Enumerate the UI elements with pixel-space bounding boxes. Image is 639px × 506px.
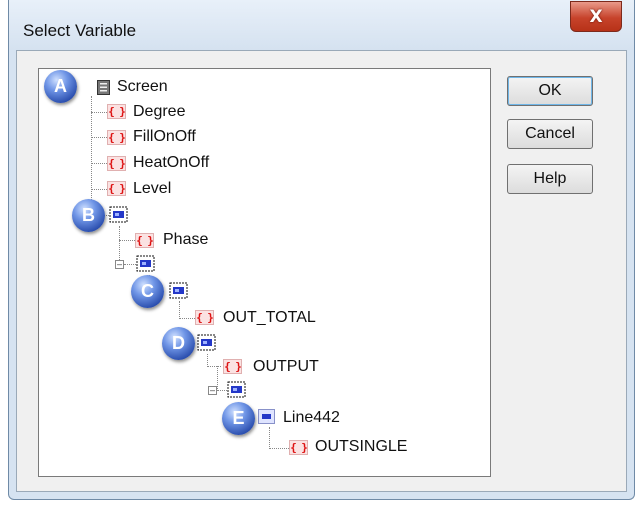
variable-icon: { } <box>223 359 242 374</box>
variable-icon: { } <box>107 181 126 196</box>
tree-label-line: Line442 <box>283 409 340 426</box>
close-button[interactable]: X <box>570 1 622 32</box>
group-object-icon[interactable] <box>227 381 246 398</box>
tree-label-var: HeatOnOff <box>133 154 210 171</box>
collapse-toggle[interactable]: – <box>208 386 217 395</box>
tree-label-var: Level <box>133 180 172 197</box>
title-bar[interactable]: Select Variable X <box>9 0 634 50</box>
line-object-icon <box>258 409 275 424</box>
variable-icon: { } <box>107 130 126 145</box>
group-object-icon[interactable] <box>109 206 128 223</box>
cancel-button[interactable]: Cancel <box>507 119 593 149</box>
tree-label-var: Phase <box>163 231 209 248</box>
variable-icon: { } <box>289 440 308 455</box>
variable-icon: { } <box>195 310 214 325</box>
collapse-toggle[interactable]: – <box>115 260 124 269</box>
tree-label-var: OUTSINGLE <box>315 438 408 455</box>
tree-label-var: FillOnOff <box>133 128 196 145</box>
tree-label-var: OUTPUT <box>253 358 319 375</box>
callout-badge: D <box>162 327 195 360</box>
callout-badge: A <box>44 70 77 103</box>
group-object-icon[interactable] <box>169 282 188 299</box>
callout-badge: C <box>131 275 164 308</box>
help-button[interactable]: Help <box>507 164 593 194</box>
tree-label-screen: Screen <box>117 78 168 95</box>
tree-label-var: OUT_TOTAL <box>223 309 316 326</box>
select-variable-dialog: Select Variable X Screen {} Degree {} … <box>8 0 635 500</box>
variable-tree[interactable]: Screen { } Degree { } FillOnOff { } Heat… <box>38 68 491 477</box>
callout-badge: E <box>222 402 255 435</box>
variable-icon: { } <box>107 104 126 119</box>
dialog-body: Screen { } Degree { } FillOnOff { } Heat… <box>16 50 627 492</box>
dialog-title: Select Variable <box>23 21 137 40</box>
group-object-icon[interactable] <box>136 255 155 272</box>
screen-icon <box>97 80 110 95</box>
variable-icon: { } <box>107 156 126 171</box>
ok-button[interactable]: OK <box>507 76 593 106</box>
callout-badge: B <box>72 199 105 232</box>
close-icon: X <box>589 6 603 27</box>
group-object-icon[interactable] <box>197 334 216 351</box>
tree-label-var: Degree <box>133 103 186 120</box>
variable-icon: { } <box>135 233 154 248</box>
